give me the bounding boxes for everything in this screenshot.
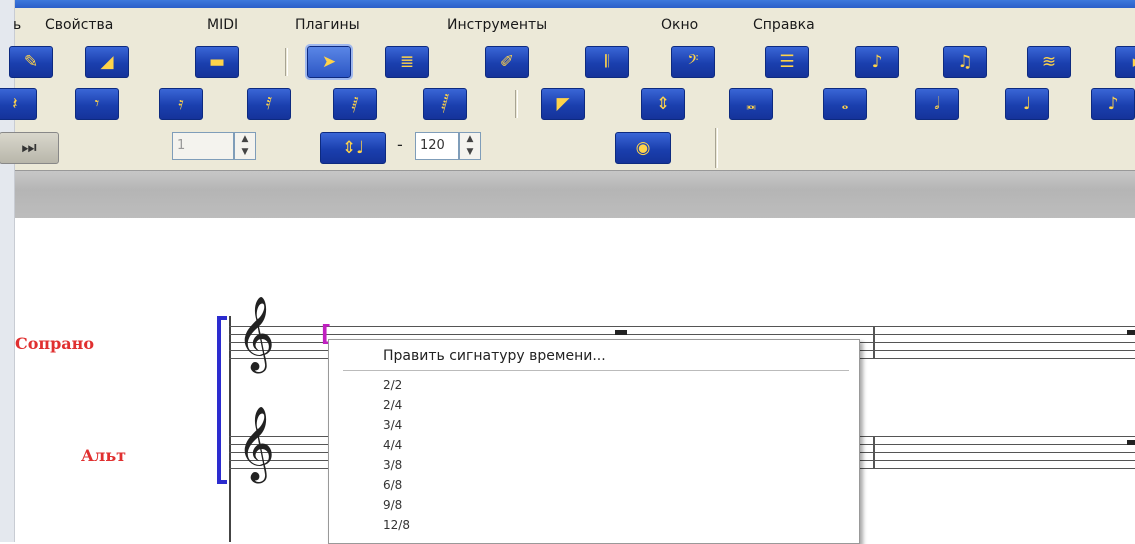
breve-icon[interactable]: 𝅜 (729, 88, 773, 120)
time-signature-context-menu: Править сигнатуру времени... 2/2 2/4 3/4… (328, 339, 860, 544)
fast-forward-icon[interactable]: ⏭ (0, 132, 59, 164)
menu-item-2-4[interactable]: 2/4 (383, 398, 402, 412)
menu-item-4-4[interactable]: 4/4 (383, 438, 402, 452)
quarter-note-icon[interactable]: ♩ (1005, 88, 1049, 120)
toolbar-separator (715, 128, 718, 168)
eraser-tool-icon[interactable]: ◤ (541, 88, 585, 120)
whole-rest (1127, 330, 1135, 335)
palette-icon[interactable]: ◢ (85, 46, 129, 78)
metronome-icon[interactable]: ◉ (615, 132, 671, 164)
eighth-note-icon[interactable]: ♪ (1091, 88, 1135, 120)
menu-window[interactable]: Окно (661, 17, 698, 33)
menu-item-3-8[interactable]: 3/8 (383, 458, 402, 472)
staff-icon[interactable]: ≣ (385, 46, 429, 78)
tempo-field[interactable]: 120 (415, 132, 459, 160)
menu-midi[interactable]: MIDI (207, 17, 238, 33)
toolbar-area: ✎ ◢ ▬ ➤ ≣ ✐ 𝄃 𝄢 ☰ ♪ ♫ ≋ ▸ 𝄽 𝄾 𝄿 𝅀 𝅁 𝅂 ◤ … (0, 42, 1135, 170)
staff-brace (217, 316, 227, 484)
measure-stepper[interactable]: ▲ ▼ (234, 132, 256, 160)
128th-rest-icon[interactable]: 𝅂 (423, 88, 467, 120)
beamed-notes-icon[interactable]: ♫ (943, 46, 987, 78)
instrument-label-soprano[interactable]: Сопрано (15, 334, 94, 353)
quarter-rest-icon[interactable]: 𝄽 (0, 88, 37, 120)
64th-rest-icon[interactable]: 𝅁 (333, 88, 377, 120)
menu-item-6-8[interactable]: 6/8 (383, 478, 402, 492)
whole-rest (1127, 440, 1135, 445)
instrument-label-alto[interactable]: Альт (81, 446, 126, 465)
menu-item-2-2[interactable]: 2/2 (383, 378, 402, 392)
menu-instruments[interactable]: Инструменты (447, 17, 547, 33)
eighth-note-icon[interactable]: ♪ (855, 46, 899, 78)
measure-field[interactable]: 1 (172, 132, 234, 160)
lines-icon[interactable]: ☰ (765, 46, 809, 78)
pencil-icon[interactable]: ✐ (485, 46, 529, 78)
tempo-note-icon[interactable]: ⇕♩ (320, 132, 386, 164)
half-note-icon[interactable]: 𝅗𝅥 (915, 88, 959, 120)
sixteenth-rest-icon[interactable]: 𝄿 (159, 88, 203, 120)
edit-time-signature-item[interactable]: Править сигнатуру времени... (383, 348, 606, 364)
menu-properties[interactable]: Свойства (45, 17, 113, 33)
keyboard-icon[interactable]: ▬ (195, 46, 239, 78)
eighth-rest-icon[interactable]: 𝄾 (75, 88, 119, 120)
toolbar-row-2: 𝄽 𝄾 𝄿 𝅀 𝅁 𝅂 ◤ ⇕ 𝅜 𝅝 𝅗𝅥 ♩ ♪ (0, 84, 1135, 124)
whole-rest (615, 330, 627, 335)
eraser-icon[interactable]: ✎ (9, 46, 53, 78)
menu-item-12-8[interactable]: 12/8 (383, 518, 410, 532)
toolbar-separator (285, 48, 288, 76)
title-bar (15, 0, 1135, 8)
toolbar-row-3: ⏭ 1 ▲ ▼ ⇕♩ - 120 ▲ ▼ ◉ (0, 128, 1135, 168)
32nd-rest-icon[interactable]: 𝅀 (247, 88, 291, 120)
toolbar-row-1: ✎ ◢ ▬ ➤ ≣ ✐ 𝄃 𝄢 ☰ ♪ ♫ ≋ ▸ (9, 42, 1135, 82)
menu-help[interactable]: Справка (753, 17, 815, 33)
staff-line (229, 334, 1135, 335)
status-strip (15, 170, 1135, 219)
tempo-stepper[interactable]: ▲ ▼ (459, 132, 481, 160)
menu-cut-item[interactable]: ь (13, 17, 21, 33)
menu-bar: ь Свойства MIDI Плагины Инструменты Окно… (13, 8, 1135, 43)
treble-clef-icon: 𝄞 (237, 297, 275, 371)
menu-plugins[interactable]: Плагины (295, 17, 360, 33)
treble-clef-icon: 𝄞 (237, 407, 275, 481)
tempo-separator: - (397, 135, 403, 154)
bass-clef-icon[interactable]: 𝄢 (671, 46, 715, 78)
barline (873, 436, 875, 469)
select-arrow-icon[interactable]: ➤ (305, 44, 353, 80)
more-icon[interactable]: ▸ (1115, 46, 1135, 78)
barline (873, 326, 875, 359)
staff-line (229, 326, 1135, 327)
page-edge (0, 0, 14, 542)
menu-item-9-8[interactable]: 9/8 (383, 498, 402, 512)
whole-note-icon[interactable]: 𝅝 (823, 88, 867, 120)
stack-icon[interactable]: ≋ (1027, 46, 1071, 78)
toolbar-separator (515, 90, 518, 118)
menu-separator (343, 370, 849, 371)
bar-icon[interactable]: 𝄃 (585, 46, 629, 78)
up-down-icon[interactable]: ⇕ (641, 88, 685, 120)
menu-item-3-4[interactable]: 3/4 (383, 418, 402, 432)
